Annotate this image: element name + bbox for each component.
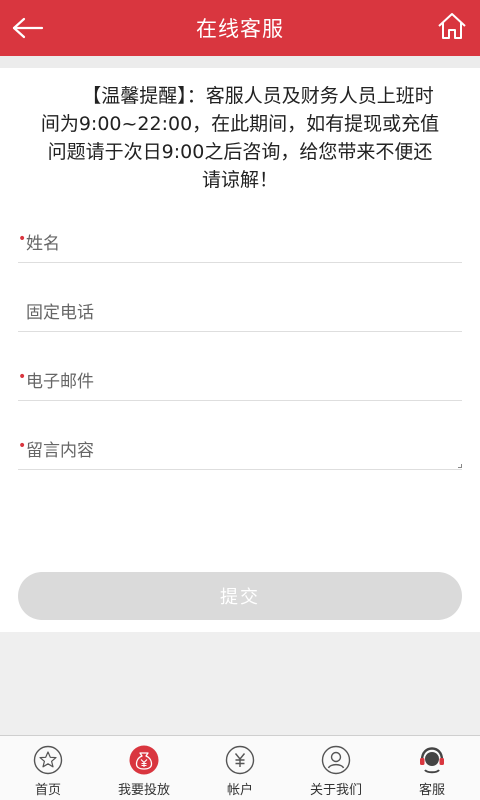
empty-area xyxy=(0,632,480,735)
back-button[interactable] xyxy=(8,8,48,48)
service-hours-notice: 【温馨提醒】：客服人员及财务人员上班时间为9:00~22:00，在此期间，如有提… xyxy=(40,85,440,191)
tab-label: 关于我们 xyxy=(309,783,362,798)
message-placeholder: 留言内容 xyxy=(26,441,94,461)
tab-label: 帐户 xyxy=(226,783,253,798)
star-icon xyxy=(33,745,63,775)
email-placeholder: 电子邮件 xyxy=(26,372,94,392)
message-textarea[interactable]: • 留言内容 xyxy=(18,434,462,470)
money-bag-icon xyxy=(129,745,159,775)
phone-placeholder: 固定电话 xyxy=(26,303,94,323)
email-field[interactable]: • 电子邮件 xyxy=(18,365,462,401)
home-icon xyxy=(438,13,466,39)
tab-label: 首页 xyxy=(34,783,61,798)
header-divider xyxy=(0,56,480,68)
name-placeholder: 姓名 xyxy=(26,234,60,254)
bottom-tab-bar: 首页 我要投放 帐户 关于我们 客服 xyxy=(0,735,480,800)
yen-coin-icon xyxy=(225,745,255,775)
page-title: 在线客服 xyxy=(196,17,284,41)
back-arrow-icon xyxy=(12,17,44,39)
tab-account[interactable]: 帐户 xyxy=(192,736,288,800)
service-form-panel: 【温馨提醒】：客服人员及财务人员上班时间为9:00~22:00，在此期间，如有提… xyxy=(0,68,480,632)
tab-service[interactable]: 客服 xyxy=(384,736,480,800)
resize-handle[interactable] xyxy=(458,464,462,468)
submit-button[interactable]: 提交 xyxy=(18,572,462,620)
tab-invest[interactable]: 我要投放 xyxy=(96,736,192,800)
top-bar: 在线客服 xyxy=(0,0,480,56)
name-field[interactable]: • 姓名 xyxy=(18,227,462,263)
phone-field[interactable]: 固定电话 xyxy=(18,296,462,332)
headset-icon xyxy=(420,747,444,774)
home-button[interactable] xyxy=(432,6,472,46)
person-icon xyxy=(321,745,351,775)
tab-about[interactable]: 关于我们 xyxy=(288,736,384,800)
tab-label: 客服 xyxy=(418,783,445,798)
tab-home[interactable]: 首页 xyxy=(0,736,96,800)
tab-label: 我要投放 xyxy=(117,783,170,798)
